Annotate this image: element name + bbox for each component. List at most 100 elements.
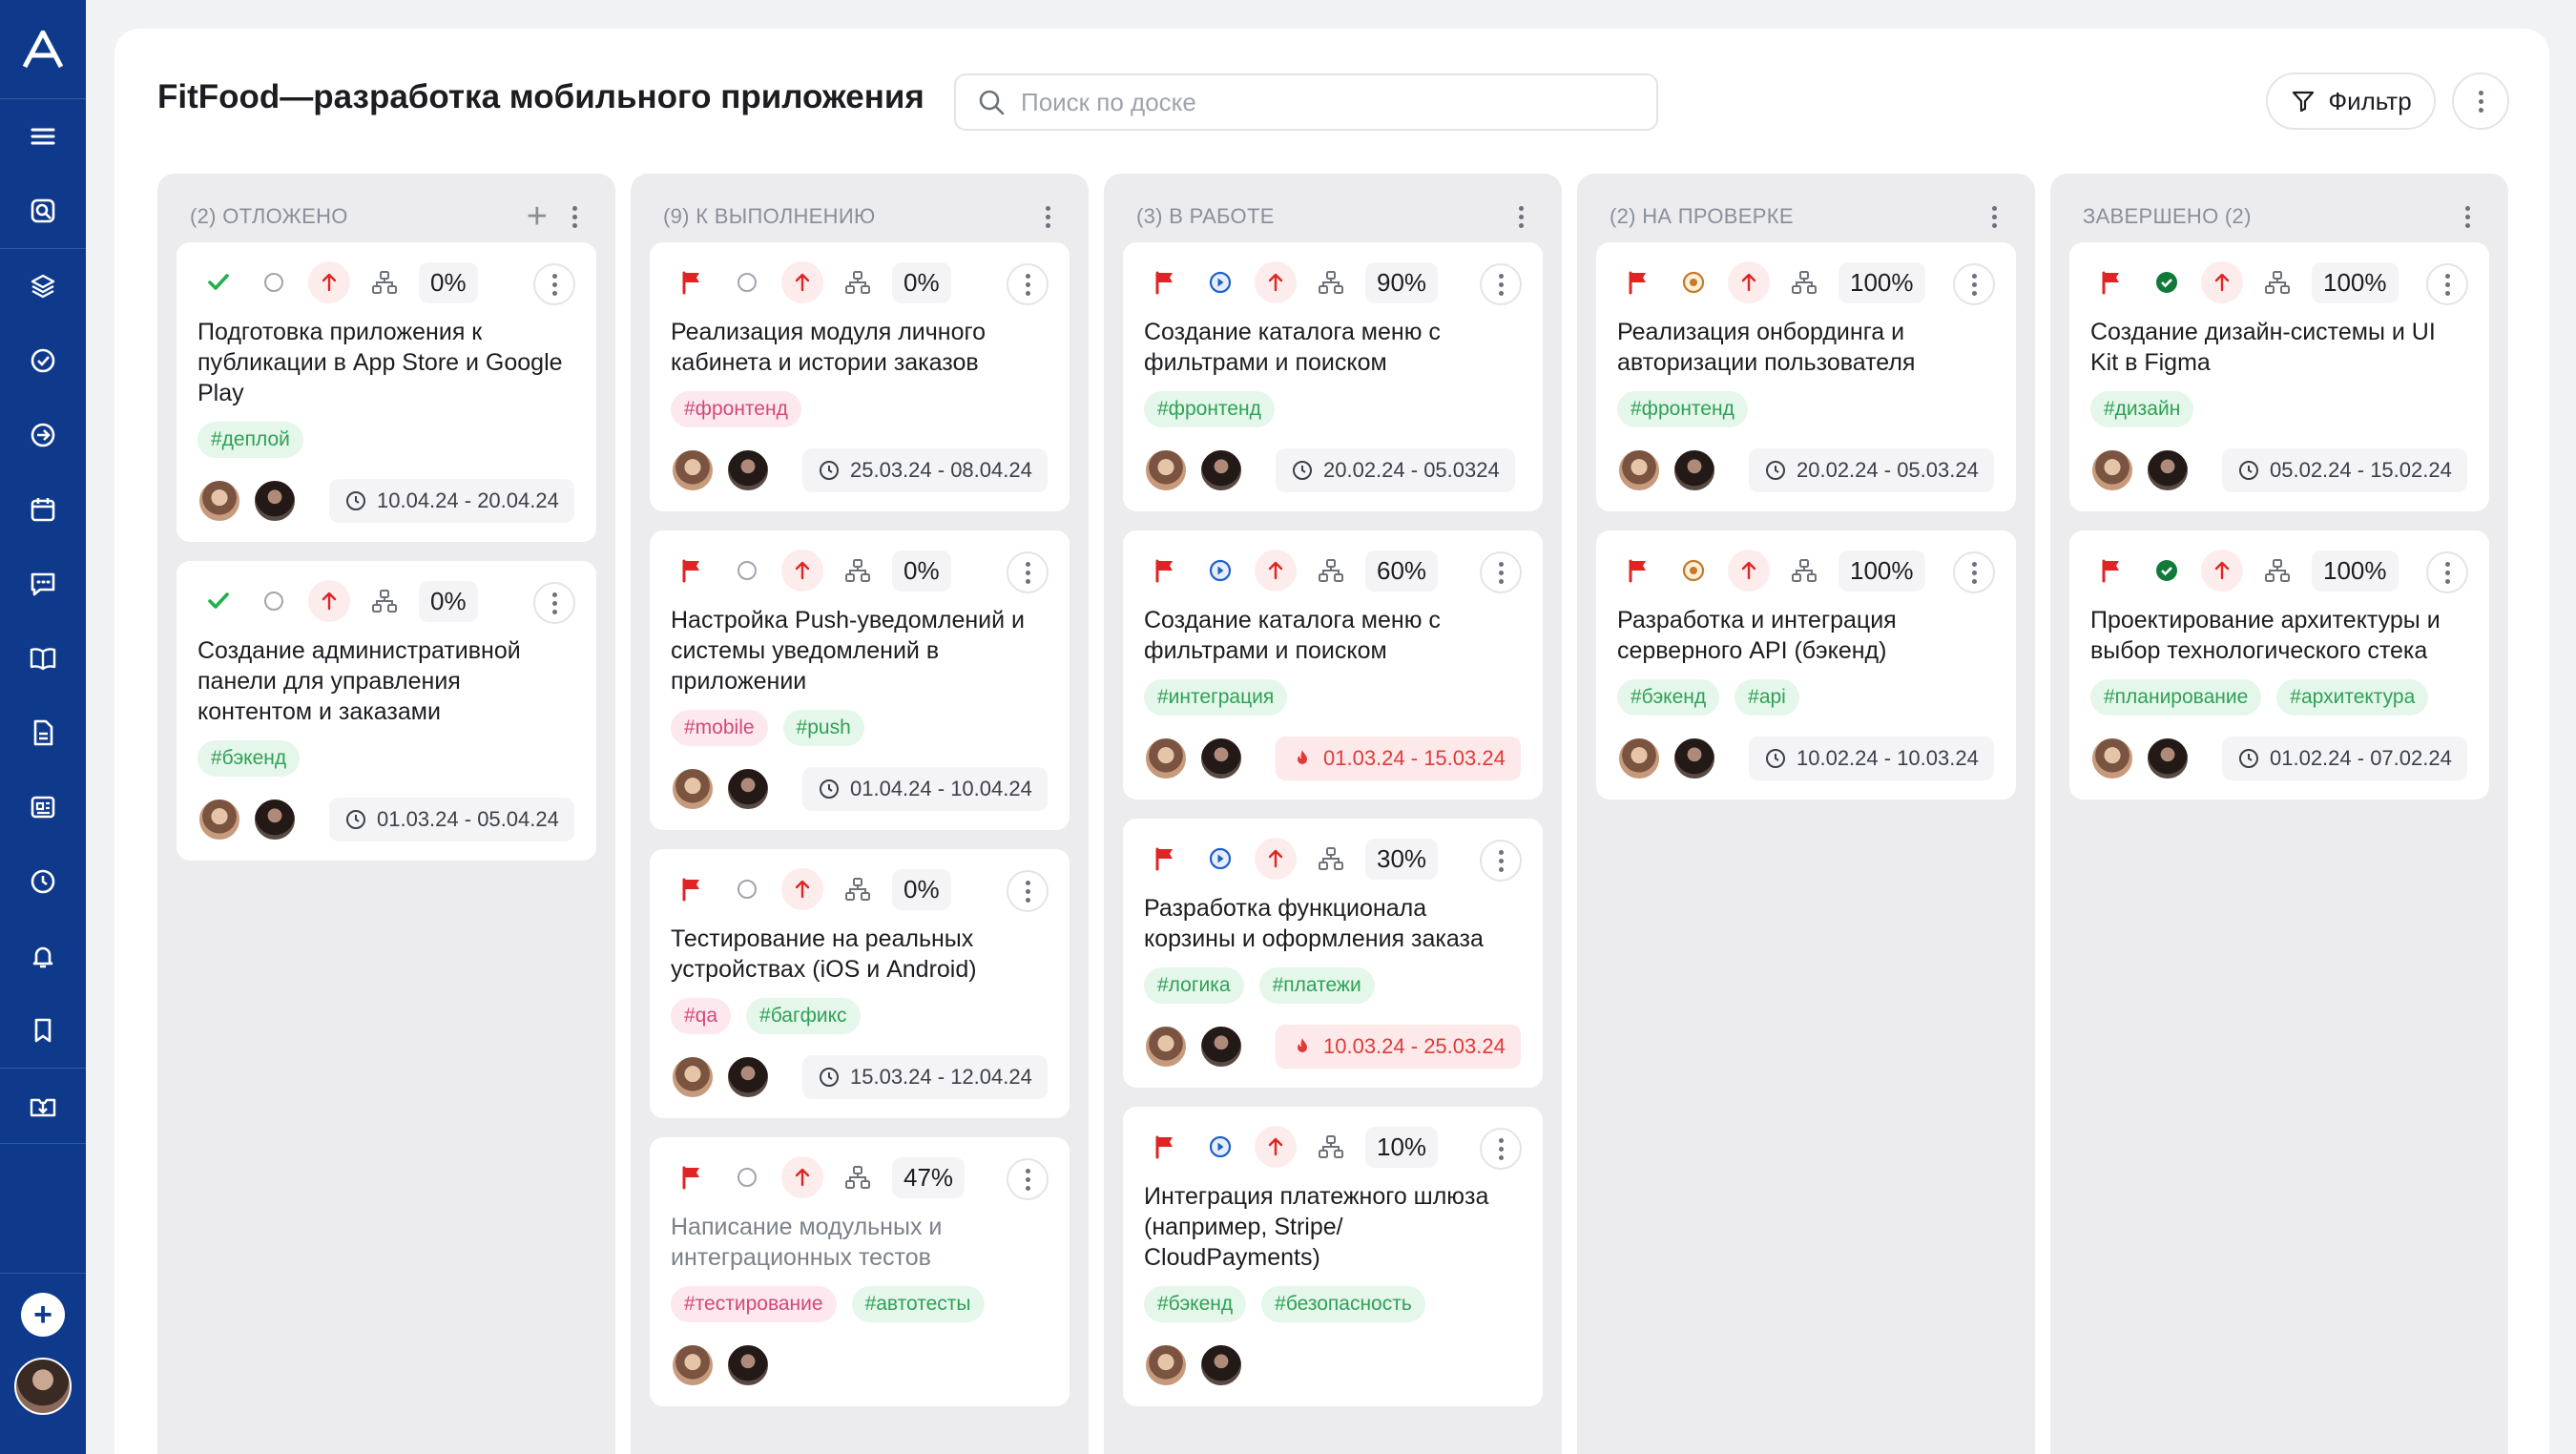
priority-up-icon[interactable]: [1255, 1126, 1297, 1168]
hierarchy-icon[interactable]: [837, 550, 879, 592]
tag[interactable]: #бэкенд: [197, 740, 301, 777]
avatar[interactable]: [253, 479, 297, 523]
card-more-button[interactable]: [1953, 263, 1995, 305]
hierarchy-icon[interactable]: [837, 1156, 879, 1198]
check-icon[interactable]: [197, 261, 239, 303]
layers-icon[interactable]: [0, 249, 86, 323]
tag[interactable]: #тестирование: [671, 1286, 837, 1322]
hierarchy-icon[interactable]: [1783, 261, 1825, 303]
priority-up-icon[interactable]: [1728, 550, 1770, 592]
flag-icon[interactable]: [671, 868, 713, 910]
review-circle-icon[interactable]: [1672, 261, 1714, 303]
flag-icon[interactable]: [2090, 261, 2132, 303]
hierarchy-icon[interactable]: [364, 580, 405, 622]
user-avatar[interactable]: [14, 1358, 72, 1415]
date-range[interactable]: 01.04.24 - 10.04.24: [802, 767, 1048, 811]
hierarchy-icon[interactable]: [1783, 550, 1825, 592]
book-icon[interactable]: [0, 621, 86, 696]
priority-up-icon[interactable]: [781, 550, 823, 592]
create-button[interactable]: +: [21, 1293, 65, 1337]
card-title[interactable]: Написание модульных и интеграционных тес…: [671, 1212, 1050, 1273]
avatar[interactable]: [1617, 448, 1661, 492]
bell-icon[interactable]: [0, 919, 86, 993]
empty-circle-icon[interactable]: [726, 261, 768, 303]
hierarchy-icon[interactable]: [837, 868, 879, 910]
card-title[interactable]: Подготовка приложения к публикации в App…: [197, 317, 577, 408]
tag[interactable]: #автотесты: [851, 1286, 985, 1322]
priority-up-icon[interactable]: [2201, 261, 2243, 303]
avatar[interactable]: [671, 1343, 715, 1387]
card-more-button[interactable]: [1480, 1128, 1522, 1170]
avatar[interactable]: [726, 767, 770, 811]
flag-icon[interactable]: [1617, 550, 1659, 592]
hierarchy-icon[interactable]: [837, 261, 879, 303]
tag[interactable]: #багфикс: [746, 998, 861, 1034]
date-range[interactable]: 25.03.24 - 08.04.24: [802, 448, 1048, 492]
card-more-button[interactable]: [1007, 870, 1049, 912]
card-more-button[interactable]: [1007, 551, 1049, 593]
card-title[interactable]: Создание дизайн-системы и UI Kit в Figma: [2090, 317, 2470, 378]
tag[interactable]: #фронтенд: [671, 391, 801, 427]
avatar[interactable]: [2090, 448, 2134, 492]
tag[interactable]: #бэкенд: [1617, 679, 1720, 716]
tag[interactable]: #архитектура: [2276, 679, 2429, 716]
avatar[interactable]: [726, 1055, 770, 1099]
task-card[interactable]: 10% Интеграция платежного шлюза (наприме…: [1123, 1107, 1543, 1406]
calendar-icon[interactable]: [0, 472, 86, 547]
date-range[interactable]: 10.02.24 - 10.03.24: [1749, 737, 1994, 780]
priority-up-icon[interactable]: [2201, 550, 2243, 592]
column-more-button[interactable]: [572, 205, 577, 228]
tag[interactable]: #планирование: [2090, 679, 2262, 716]
card-more-button[interactable]: [1007, 263, 1049, 305]
card-title[interactable]: Создание каталога меню с фильтрами и пои…: [1144, 317, 1524, 378]
flag-icon[interactable]: [1144, 550, 1186, 592]
card-more-button[interactable]: [533, 263, 575, 305]
empty-circle-icon[interactable]: [726, 550, 768, 592]
task-card[interactable]: 47% Написание модульных и интеграционных…: [650, 1137, 1070, 1406]
empty-circle-icon[interactable]: [726, 1156, 768, 1198]
avatar[interactable]: [1617, 737, 1661, 780]
flag-icon[interactable]: [1144, 838, 1186, 880]
hierarchy-icon[interactable]: [1310, 550, 1352, 592]
card-title[interactable]: Проектирование архитектуры и выбор техно…: [2090, 605, 2470, 666]
tag[interactable]: #фронтенд: [1144, 391, 1275, 427]
avatar[interactable]: [1672, 737, 1716, 780]
empty-circle-icon[interactable]: [726, 868, 768, 910]
task-card[interactable]: 100% Создание дизайн-системы и UI Kit в …: [2069, 242, 2489, 511]
date-range[interactable]: 01.03.24 - 05.04.24: [329, 798, 574, 841]
date-range[interactable]: 15.03.24 - 12.04.24: [802, 1055, 1048, 1099]
tag[interactable]: #api: [1735, 679, 1799, 716]
check-icon[interactable]: [197, 580, 239, 622]
flag-icon[interactable]: [1144, 1126, 1186, 1168]
flag-icon[interactable]: [671, 550, 713, 592]
column-more-button[interactable]: [2465, 205, 2470, 228]
empty-circle-icon[interactable]: [253, 261, 295, 303]
card-title[interactable]: Настройка Push-уведомлений и системы уве…: [671, 605, 1050, 696]
play-circle-icon[interactable]: [1199, 550, 1241, 592]
task-card[interactable]: 0% Создание административной панели для …: [177, 561, 596, 861]
card-more-button[interactable]: [1953, 551, 1995, 593]
date-range[interactable]: 20.02.24 - 05.03.24: [1749, 448, 1994, 492]
date-range[interactable]: 01.02.24 - 07.02.24: [2222, 737, 2467, 780]
task-card[interactable]: 0% Тестирование на реальных устройствах …: [650, 849, 1070, 1118]
card-title[interactable]: Разработка и интеграция серверного API (…: [1617, 605, 1997, 666]
arrow-circle-icon[interactable]: [0, 398, 86, 472]
column-more-button[interactable]: [1992, 205, 1997, 228]
hierarchy-icon[interactable]: [1310, 261, 1352, 303]
date-range[interactable]: 10.04.24 - 20.04.24: [329, 479, 574, 523]
task-card[interactable]: 100% Разработка и интеграция серверного …: [1596, 530, 2016, 800]
hierarchy-icon[interactable]: [2256, 261, 2298, 303]
tag[interactable]: #логика: [1144, 967, 1244, 1004]
flag-icon[interactable]: [671, 1156, 713, 1198]
hierarchy-icon[interactable]: [1310, 838, 1352, 880]
priority-up-icon[interactable]: [1728, 261, 1770, 303]
avatar[interactable]: [197, 479, 241, 523]
app-logo[interactable]: [0, 0, 86, 99]
avatar[interactable]: [2146, 737, 2190, 780]
avatar[interactable]: [671, 448, 715, 492]
task-card[interactable]: 90% Создание каталога меню с фильтрами и…: [1123, 242, 1543, 511]
tag[interactable]: #дизайн: [2090, 391, 2194, 427]
card-title[interactable]: Создание административной панели для упр…: [197, 635, 577, 727]
tag[interactable]: #интеграция: [1144, 679, 1288, 716]
avatar[interactable]: [726, 1343, 770, 1387]
